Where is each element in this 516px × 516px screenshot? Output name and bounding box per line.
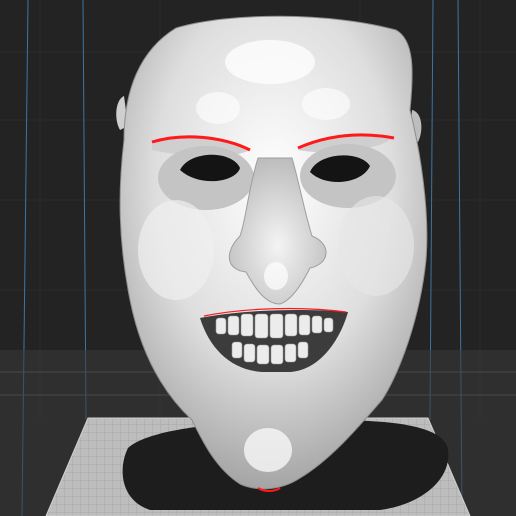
left-cheek: [138, 200, 214, 300]
forehead-highlight: [225, 40, 315, 84]
right-cheek: [338, 196, 414, 296]
scene-canvas[interactable]: [0, 0, 516, 516]
temple-highlight-right: [302, 88, 350, 120]
nose-tip-highlight: [264, 262, 288, 290]
chin-highlight: [244, 428, 292, 472]
3d-viewport[interactable]: [0, 0, 516, 516]
temple-highlight-left: [196, 92, 240, 124]
